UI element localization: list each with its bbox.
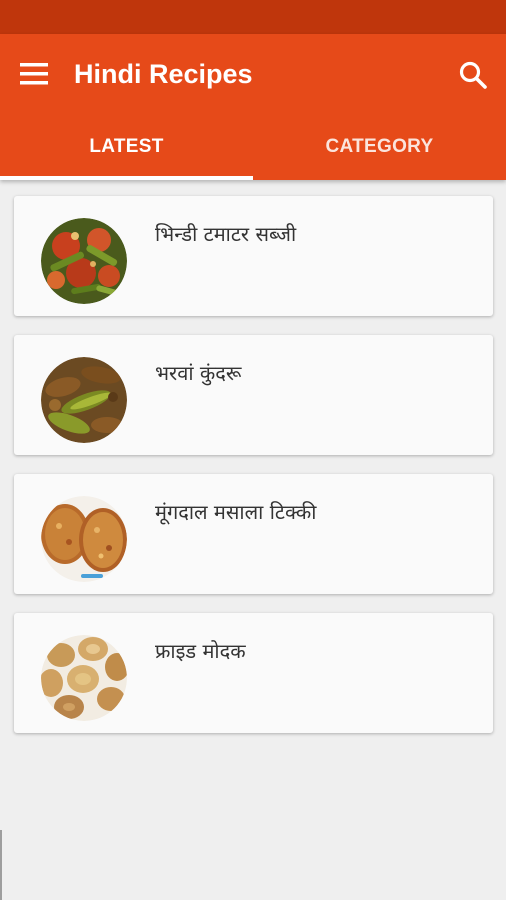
recipe-title: फ्राइड मोदक [155,639,246,663]
recipe-title: भिन्डी टमाटर सब्जी [155,222,297,246]
app-bar: Hindi Recipes LATEST CATEGORY [0,34,506,180]
status-bar [0,0,506,34]
search-icon[interactable] [458,60,488,90]
hamburger-menu-icon[interactable] [20,63,48,85]
app-title: Hindi Recipes [74,59,253,89]
tab-category-label: CATEGORY [325,136,434,157]
tab-category[interactable]: CATEGORY [253,114,506,180]
screen-edge-divider [0,830,2,900]
recipe-card[interactable]: फ्राइड मोदक [14,613,493,733]
recipe-title: मूंगदाल मसाला टिक्की [155,500,317,524]
tab-latest[interactable]: LATEST [0,114,253,180]
fried-modak-photo [41,635,127,721]
recipe-card[interactable]: भिन्डी टमाटर सब्जी [14,196,493,316]
recipe-title: भरवां कुंदरू [155,361,242,385]
stuffed-kundru-photo [41,357,127,443]
moong-dal-tikki-photo [41,496,127,582]
tab-bar: LATEST CATEGORY [0,114,506,180]
tab-active-indicator [0,176,253,180]
recipe-card[interactable]: मूंगदाल मसाला टिक्की [14,474,493,594]
recipe-card[interactable]: भरवां कुंदरू [14,335,493,455]
recipe-list: भिन्डी टमाटर सब्जी भरवां कुंदरू मूंगदाल … [14,196,493,752]
bhindi-tomato-photo [41,218,127,304]
tab-latest-label: LATEST [89,136,164,157]
